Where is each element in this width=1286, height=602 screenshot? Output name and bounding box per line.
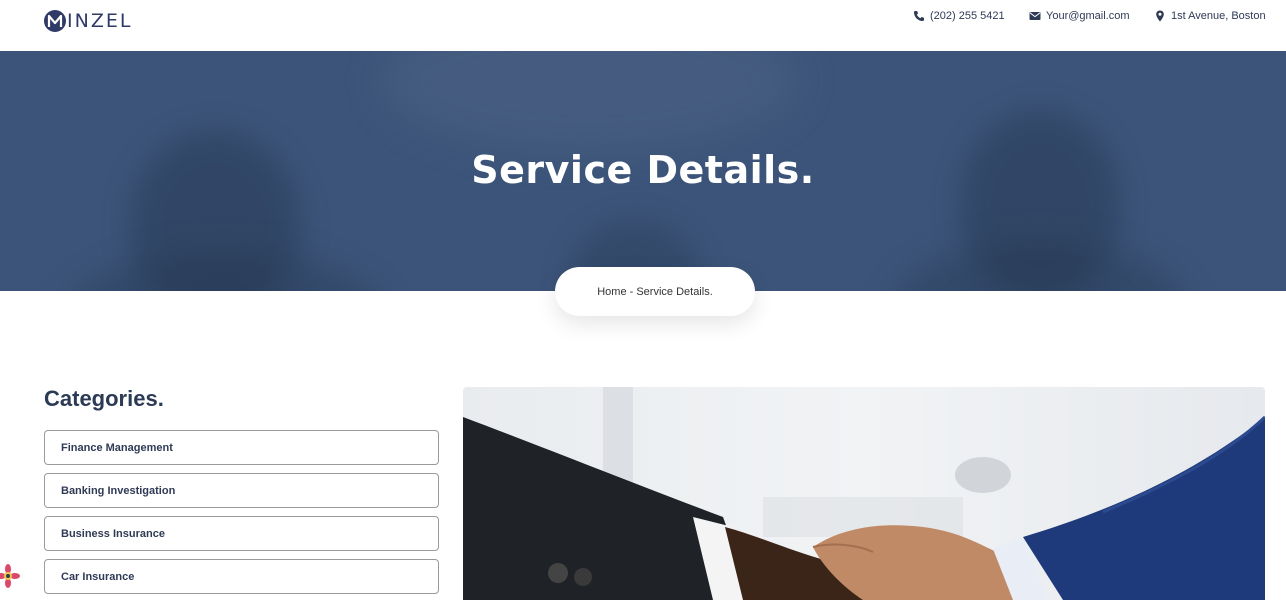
phone-icon <box>913 10 925 22</box>
hero-bg-figure <box>890 241 1190 291</box>
floating-widget-icon[interactable] <box>0 564 20 588</box>
category-item-car-insurance[interactable]: Car Insurance <box>44 559 439 594</box>
hero-bg-light <box>380 51 800 151</box>
hero-bg-figure <box>60 251 390 291</box>
address-text: 1st Avenue, Boston <box>1171 10 1266 22</box>
handshake-illustration <box>463 387 1265 600</box>
contact-email[interactable]: Your@gmail.com <box>1029 9 1130 23</box>
phone-text: (202) 255 5421 <box>930 10 1005 22</box>
map-pin-icon <box>1154 10 1166 22</box>
category-label: Business Insurance <box>61 527 165 540</box>
service-image <box>463 387 1265 600</box>
category-label: Car Insurance <box>61 570 135 583</box>
categories-list: Finance Management Banking Investigation… <box>44 430 439 602</box>
logo-text: INZEL <box>67 10 133 32</box>
breadcrumb-text[interactable]: Home - Service Details. <box>597 286 713 298</box>
hero-banner: Service Details. <box>0 51 1286 291</box>
category-item-finance-management[interactable]: Finance Management <box>44 430 439 465</box>
logo[interactable]: INZEL <box>44 8 132 34</box>
email-text: Your@gmail.com <box>1046 10 1130 22</box>
top-bar: INZEL (202) 255 5421 Your@gmail.com 1st … <box>0 0 1286 51</box>
breadcrumb: Home - Service Details. <box>555 267 755 316</box>
logo-mark-icon <box>44 10 66 32</box>
category-label: Finance Management <box>61 441 173 454</box>
envelope-icon <box>1029 10 1041 22</box>
category-item-banking-investigation[interactable]: Banking Investigation <box>44 473 439 508</box>
contact-address[interactable]: 1st Avenue, Boston <box>1154 9 1266 23</box>
contact-phone[interactable]: (202) 255 5421 <box>913 9 1005 23</box>
category-label: Banking Investigation <box>61 484 176 497</box>
category-item-business-insurance[interactable]: Business Insurance <box>44 516 439 551</box>
categories-title: Categories. <box>44 386 164 411</box>
page-title: Service Details. <box>471 148 815 192</box>
